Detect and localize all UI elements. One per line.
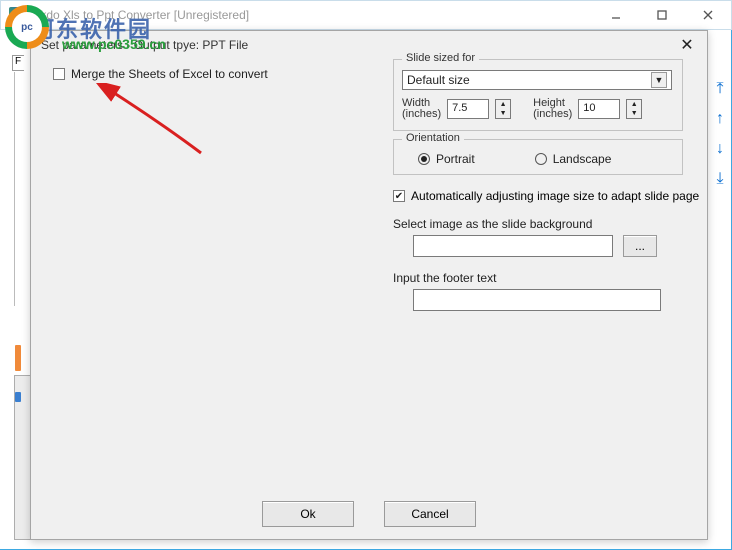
slide-size-select[interactable]: Default size ▼ xyxy=(402,70,672,90)
height-input[interactable]: 10 xyxy=(578,99,620,119)
merge-checkbox[interactable] xyxy=(53,68,65,80)
footer-input[interactable] xyxy=(413,289,661,311)
cancel-button[interactable]: Cancel xyxy=(384,501,476,527)
height-stepper[interactable]: ▲▼ xyxy=(626,99,642,119)
orientation-group: Orientation Portrait Landscape xyxy=(393,139,683,175)
landscape-label: Landscape xyxy=(553,152,612,166)
watermark-url: www.pc0359.cn xyxy=(62,36,166,52)
orientation-legend: Orientation xyxy=(402,132,464,144)
width-stepper[interactable]: ▲▼ xyxy=(495,99,511,119)
reorder-arrows: ⤒ ↑ ↓ ⤓ xyxy=(711,80,729,188)
maximize-button[interactable] xyxy=(639,1,685,29)
ok-button[interactable]: Ok xyxy=(262,501,354,527)
accent-orange xyxy=(15,345,21,371)
background-label: Select image as the slide background xyxy=(393,217,592,231)
merge-label: Merge the Sheets of Excel to convert xyxy=(71,67,268,81)
move-down-icon[interactable]: ↓ xyxy=(711,140,729,158)
close-icon[interactable]: ✕ xyxy=(677,35,697,55)
move-last-icon[interactable]: ⤓ xyxy=(711,170,729,188)
portrait-label: Portrait xyxy=(436,152,475,166)
slide-size-value: Default size xyxy=(407,73,470,87)
watermark-logo: pc xyxy=(2,2,52,52)
background-input[interactable] xyxy=(413,235,613,257)
width-unit: (inches) xyxy=(402,109,441,120)
landscape-radio[interactable] xyxy=(535,153,547,165)
side-tab[interactable]: F xyxy=(12,55,24,71)
browse-button[interactable]: ... xyxy=(623,235,657,257)
portrait-radio[interactable] xyxy=(418,153,430,165)
accent-blue xyxy=(15,392,21,402)
chevron-down-icon: ▼ xyxy=(651,72,667,88)
width-input[interactable]: 7.5 xyxy=(447,99,489,119)
window-close-button[interactable] xyxy=(685,1,731,29)
move-first-icon[interactable]: ⤒ xyxy=(711,80,729,98)
minimize-button[interactable] xyxy=(593,1,639,29)
move-up-icon[interactable]: ↑ xyxy=(711,110,729,128)
parameters-dialog: Set parameters - Output tpye: PPT File ✕… xyxy=(30,30,708,540)
slide-size-legend: Slide sized for xyxy=(402,52,479,64)
auto-adjust-label: Automatically adjusting image size to ad… xyxy=(411,189,699,203)
auto-adjust-checkbox[interactable]: ✔ xyxy=(393,190,405,202)
slide-size-group: Slide sized for Default size ▼ Width (in… xyxy=(393,59,683,131)
side-panel-bg xyxy=(14,72,22,306)
footer-label: Input the footer text xyxy=(393,271,496,285)
height-unit: (inches) xyxy=(533,109,572,120)
